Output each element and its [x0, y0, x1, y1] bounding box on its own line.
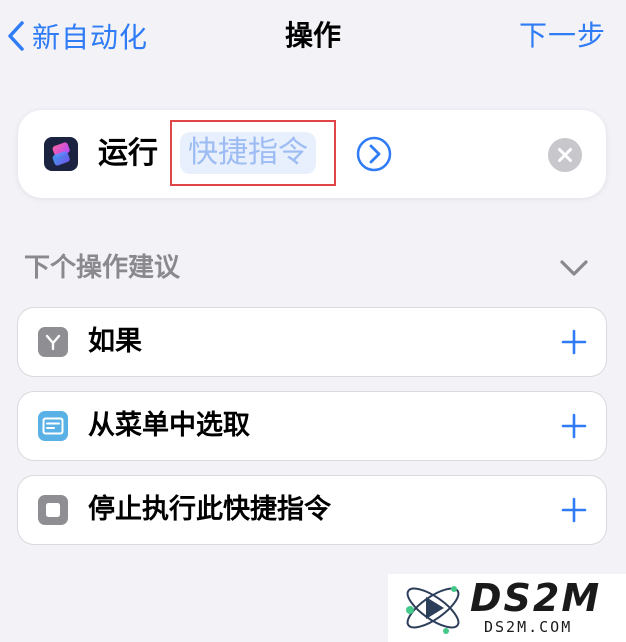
- navigation-bar: 新自动化 操作 下一步: [0, 0, 626, 72]
- suggestion-label: 停止执行此快捷指令: [88, 494, 331, 525]
- suggestion-row-choose-from-menu[interactable]: 从菜单中选取: [18, 392, 606, 460]
- menu-list-icon: [38, 411, 68, 441]
- watermark-brand: DS2M: [470, 576, 602, 620]
- suggestion-row-stop-shortcut[interactable]: 停止执行此快捷指令: [18, 476, 606, 544]
- shortcut-parameter-chip[interactable]: 快捷指令: [180, 132, 316, 174]
- next-step-button[interactable]: 下一步: [519, 14, 606, 58]
- watermark: DS2M DS2M.COM: [388, 574, 626, 642]
- back-button-label: 新自动化: [32, 21, 149, 54]
- branch-icon: [38, 327, 68, 357]
- plus-icon[interactable]: [560, 328, 588, 356]
- chevron-left-icon: [8, 21, 24, 51]
- watermark-domain: DS2M.COM: [484, 618, 573, 636]
- plus-icon[interactable]: [560, 412, 588, 440]
- suggestion-row-if[interactable]: 如果: [18, 308, 606, 376]
- suggestion-label: 如果: [88, 326, 142, 357]
- shortcuts-app-icon: [44, 137, 78, 171]
- atom-logo-icon: [406, 586, 460, 634]
- run-shortcut-action-card: 运行 快捷指令: [18, 110, 606, 198]
- chevron-right-circle-icon[interactable]: [356, 136, 392, 172]
- run-action-label: 运行: [98, 136, 158, 171]
- stop-square-icon: [38, 495, 68, 525]
- back-button[interactable]: 新自动化: [6, 14, 148, 58]
- clear-circle-icon[interactable]: [548, 138, 582, 172]
- suggestion-label: 从菜单中选取: [88, 410, 250, 441]
- chevron-down-icon[interactable]: [558, 256, 590, 280]
- plus-icon[interactable]: [560, 496, 588, 524]
- suggestions-section-title: 下个操作建议: [24, 253, 181, 283]
